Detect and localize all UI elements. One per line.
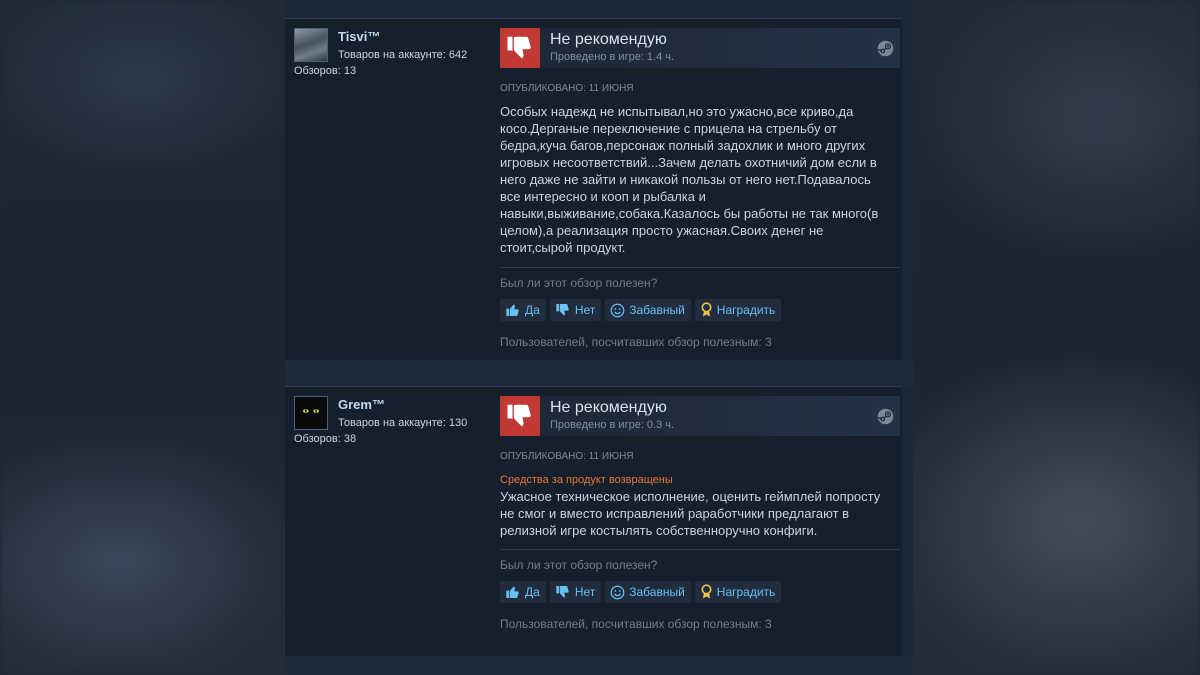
smiley-icon xyxy=(610,303,625,317)
review-verdict[interactable]: Не рекомендую Проведено в игре: 1.4 ч. xyxy=(500,28,900,68)
vote-buttons: Да Нет Забавный Наградить xyxy=(500,581,782,603)
author-name[interactable]: Tisvi™ xyxy=(338,29,380,44)
thumbs-down-icon xyxy=(556,304,569,316)
thumbs-up-icon xyxy=(506,304,519,316)
posted-date: ОПУБЛИКОВАНО: 11 ИЮНЯ xyxy=(500,451,634,462)
author-name[interactable]: Grem™ xyxy=(338,397,385,412)
award-button[interactable]: Наградить xyxy=(694,581,782,603)
author-products-count[interactable]: Товаров на аккаунте: 642 xyxy=(338,49,467,61)
vote-yes-label: Да xyxy=(525,585,540,599)
vote-funny-button[interactable]: Забавный xyxy=(605,299,691,321)
vote-funny-button[interactable]: Забавный xyxy=(605,581,691,603)
award-label: Наградить xyxy=(716,303,776,317)
posted-date: ОПУБЛИКОВАНО: 11 ИЮНЯ xyxy=(500,83,634,94)
helpful-question: Был ли этот обзор полезен? xyxy=(500,558,658,572)
review-text: Особых надежд не испытывал,но это ужасно… xyxy=(500,104,879,255)
verdict-title: Не рекомендую xyxy=(550,31,667,48)
thumbs-down-icon xyxy=(500,28,540,68)
vote-funny-label: Забавный xyxy=(629,303,685,317)
steam-icon xyxy=(877,40,894,57)
refund-notice: Средства за продукт возвращены xyxy=(500,474,673,486)
author-products-count[interactable]: Товаров на аккаунте: 130 xyxy=(338,417,467,429)
vote-buttons: Да Нет Забавный Наградить xyxy=(500,299,782,321)
author-reviews-count[interactable]: Обзоров: 13 xyxy=(294,65,356,77)
helpful-question: Был ли этот обзор полезен? xyxy=(500,276,658,290)
hours-played: Проведено в игре: 1.4 ч. xyxy=(550,51,675,63)
author-reviews-count[interactable]: Обзоров: 38 xyxy=(294,433,356,445)
review-card: Tisvi™ Товаров на аккаунте: 642 Обзоров:… xyxy=(285,18,902,360)
cat-eyes-icon xyxy=(303,409,319,413)
avatar[interactable] xyxy=(294,396,328,430)
vote-funny-label: Забавный xyxy=(629,585,685,599)
review-separator-bottom xyxy=(285,656,913,675)
review-text: Ужасное техническое исполнение, оценить … xyxy=(500,489,881,538)
vote-no-label: Нет xyxy=(574,303,596,317)
vote-yes-button[interactable]: Да xyxy=(500,581,546,603)
award-button[interactable]: Наградить xyxy=(694,299,782,321)
divider xyxy=(500,267,900,268)
vote-yes-button[interactable]: Да xyxy=(500,299,546,321)
smiley-icon xyxy=(610,585,625,599)
vote-no-button[interactable]: Нет xyxy=(549,299,602,321)
award-icon xyxy=(701,584,712,599)
hours-played: Проведено в игре: 0.3 ч. xyxy=(550,419,675,431)
divider xyxy=(500,549,900,550)
helpful-count: Пользователей, посчитавших обзор полезны… xyxy=(500,335,772,349)
vote-yes-label: Да xyxy=(525,303,540,317)
thumbs-down-icon xyxy=(556,586,569,598)
vote-no-button[interactable]: Нет xyxy=(549,581,602,603)
review-card: Grem™ Товаров на аккаунте: 130 Обзоров: … xyxy=(285,386,902,656)
verdict-title: Не рекомендую xyxy=(550,399,667,416)
review-separator xyxy=(285,360,913,386)
award-icon xyxy=(701,302,712,317)
award-label: Наградить xyxy=(716,585,776,599)
vote-no-label: Нет xyxy=(574,585,596,599)
helpful-count: Пользователей, посчитавших обзор полезны… xyxy=(500,617,772,631)
review-verdict[interactable]: Не рекомендую Проведено в игре: 0.3 ч. xyxy=(500,396,900,436)
thumbs-up-icon xyxy=(506,586,519,598)
steam-icon xyxy=(877,408,894,425)
thumbs-down-icon xyxy=(500,396,540,436)
avatar[interactable] xyxy=(294,28,328,62)
